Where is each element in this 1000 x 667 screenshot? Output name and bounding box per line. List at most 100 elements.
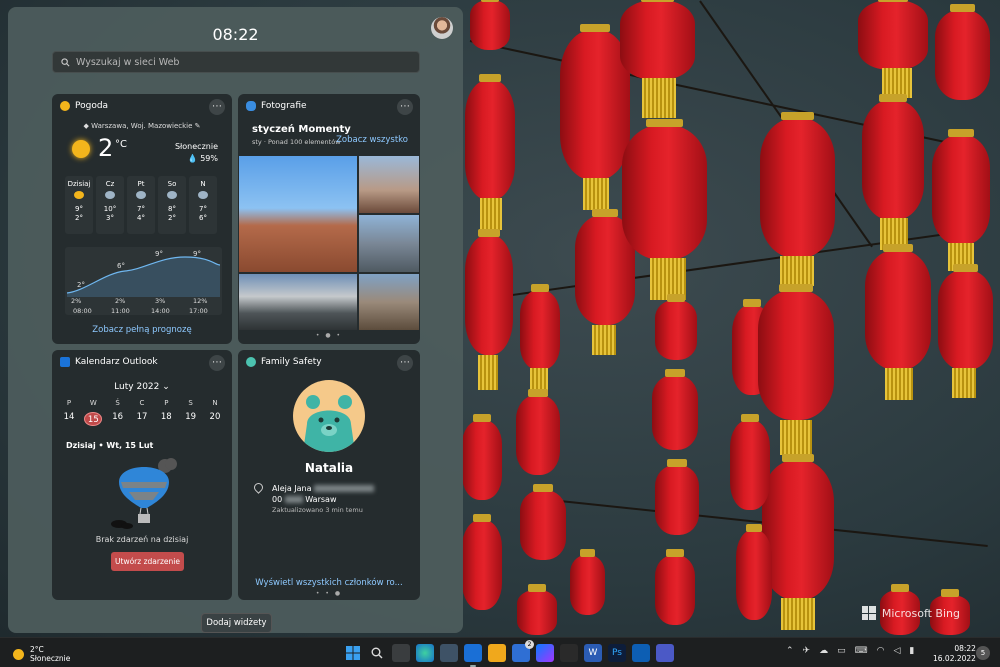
date-cell[interactable]: 14 [60, 412, 78, 426]
member-name: Natalia [304, 461, 354, 475]
store-icon[interactable]: 2 [512, 640, 534, 662]
photos-pager[interactable]: • ● • [238, 332, 420, 339]
rain-icon [198, 191, 208, 199]
teams-icon[interactable] [656, 644, 674, 662]
notification-badge[interactable]: 5 [976, 646, 990, 660]
no-events-text: Brak zdarzeń na dzisiaj [95, 535, 189, 544]
keyboard-icon[interactable]: ⌨ [855, 646, 868, 656]
date-cell[interactable]: 16 [109, 412, 127, 426]
graph-temp-label: 2° [77, 281, 85, 289]
sunny-icon [72, 140, 90, 158]
today-heading: Dzisiaj • Wt, 15 Lut [66, 441, 154, 450]
outlook-icon [60, 357, 70, 367]
family-more-button[interactable]: ⋯ [397, 355, 413, 371]
graph-time-label: 17:00 [189, 307, 208, 315]
date-cell[interactable]: 19 [182, 412, 200, 426]
forecast-day[interactable]: N 7° 6° [189, 176, 217, 234]
location-updated: Zaktualizowano 3 min temu [272, 506, 363, 514]
forecast-link[interactable]: Zobacz pełną prognozę [52, 325, 232, 335]
graph-precip-label: 12% [193, 297, 207, 305]
forecast-day[interactable]: Cz 10° 3° [96, 176, 124, 234]
partly-sunny-icon [74, 191, 84, 199]
bear-avatar-icon[interactable] [293, 380, 365, 452]
location-pin-icon [252, 481, 265, 494]
start-windows-icon[interactable] [344, 644, 362, 662]
bing-credit[interactable]: Microsoft Bing [861, 606, 960, 620]
tray-app-icon[interactable]: ▭ [837, 646, 846, 656]
date-cell[interactable]: 17 [133, 412, 151, 426]
family-safety-widget[interactable]: Family Safety ⋯ Natalia Aleja Jana 00 Wa… [238, 350, 420, 600]
family-pager[interactable]: • • ● [238, 590, 420, 597]
photos-subtitle: sty · Ponad 100 elementów [252, 138, 341, 146]
date-cell[interactable]: 18 [157, 412, 175, 426]
add-widgets-button[interactable]: Dodaj widżety [201, 613, 272, 633]
photos-more-button[interactable]: ⋯ [397, 99, 413, 115]
widgets-icon[interactable] [440, 644, 458, 662]
messenger-icon[interactable] [536, 644, 554, 662]
word-icon[interactable]: W [584, 644, 602, 662]
forecast-day[interactable]: Pt 7° 4° [127, 176, 155, 234]
current-temp: 2 [98, 134, 114, 162]
forecast-day[interactable]: So 8° 2° [158, 176, 186, 234]
photo-valley[interactable] [359, 215, 419, 272]
photos-see-all-link[interactable]: Zobacz wszystko [336, 135, 408, 145]
taskbar-weather[interactable]: 2°C Słonecznie [13, 645, 70, 663]
month-selector[interactable]: Luty 2022 ⌄ [52, 382, 232, 392]
weather-more-button[interactable]: ⋯ [209, 99, 225, 115]
hourly-graph[interactable]: 2° 6° 9° 9° 2% 2% 3% 12% 08:00 11:00 14:… [65, 247, 222, 315]
graph-time-label: 14:00 [151, 307, 170, 315]
file-explorer-icon[interactable] [488, 644, 506, 662]
precip-chance: 💧 59% [187, 154, 218, 163]
taskbar-clock[interactable]: 08:22 16.02.2022 [933, 644, 976, 664]
family-title: Family Safety [261, 357, 322, 367]
chevron-down-icon: ⌄ [162, 382, 170, 392]
photo-canyon[interactable] [239, 156, 357, 272]
store-badge: 2 [525, 640, 534, 649]
taskbar: 2°C Słonecznie 2 W Ps ⌃ ✈ ☁ ▭ ⌨ ◠ ◁ ▮ 08:… [0, 637, 1000, 667]
graph-temp-label: 9° [155, 250, 163, 258]
create-event-button[interactable]: Utwórz zdarzenie [111, 552, 184, 571]
speaker-icon[interactable]: ◁ [893, 646, 900, 656]
telegram-icon[interactable]: ✈ [803, 646, 811, 656]
task-view-icon[interactable] [392, 644, 410, 662]
temp-unit[interactable]: °C [115, 139, 127, 150]
slack-icon[interactable] [560, 644, 578, 662]
graph-precip-label: 2% [115, 297, 125, 305]
wifi-icon[interactable]: ◠ [877, 646, 885, 656]
date-cell-today[interactable]: 15 [84, 412, 103, 426]
graph-temp-label: 9° [193, 250, 201, 258]
photo-rocks[interactable] [359, 274, 419, 330]
date-cell[interactable]: 20 [206, 412, 224, 426]
photos-title: Fotografie [261, 101, 307, 111]
edge-icon[interactable] [416, 644, 434, 662]
weather-title: Pogoda [75, 101, 109, 111]
chevron-up-icon[interactable]: ⌃ [786, 646, 794, 656]
onedrive-icon[interactable]: ☁ [819, 646, 828, 656]
forecast-days: Dzisiaj 9° 2° Cz 10° 3° Pt 7° 4° So 8° 2° N 7° 6° [65, 176, 217, 234]
user-avatar[interactable] [431, 17, 453, 39]
weather-location[interactable]: ◆ Warszawa, Woj. Mazowieckie ✎ [52, 122, 232, 130]
rain-icon [105, 191, 115, 199]
trello-icon[interactable] [632, 644, 650, 662]
hot-air-balloon-icon [111, 458, 177, 529]
calendar-widget[interactable]: Kalendarz Outlook ⋯ Luty 2022 ⌄ PWŚCPSN … [52, 350, 232, 600]
photos-heading: styczeń Momenty [252, 124, 351, 135]
web-search-box[interactable] [52, 51, 420, 73]
search-icon [61, 57, 70, 66]
member-address[interactable]: Aleja Jana 00 Warsaw Zaktualizowano 3 mi… [272, 483, 375, 516]
photoshop-icon[interactable]: Ps [608, 644, 626, 662]
search-icon[interactable] [368, 644, 386, 662]
weather-condition: Słonecznie [174, 142, 218, 151]
family-see-all-link[interactable]: Wyświetl wszystkich członków ro... [238, 578, 420, 588]
forecast-day[interactable]: Dzisiaj 9° 2° [65, 176, 93, 234]
graph-temp-label: 6° [117, 262, 125, 270]
weather-widget[interactable]: Pogoda ⋯ ◆ Warszawa, Woj. Mazowieckie ✎ … [52, 94, 232, 344]
mail-icon[interactable] [464, 644, 482, 667]
calendar-more-button[interactable]: ⋯ [209, 355, 225, 371]
photos-widget[interactable]: Fotografie ⋯ styczeń Momenty sty · Ponad… [238, 94, 420, 344]
weekday-row: PWŚCPSN [66, 399, 218, 407]
photo-person[interactable] [359, 156, 419, 213]
search-input[interactable] [76, 56, 396, 68]
photo-street[interactable] [239, 274, 357, 330]
battery-icon[interactable]: ▮ [909, 646, 914, 656]
